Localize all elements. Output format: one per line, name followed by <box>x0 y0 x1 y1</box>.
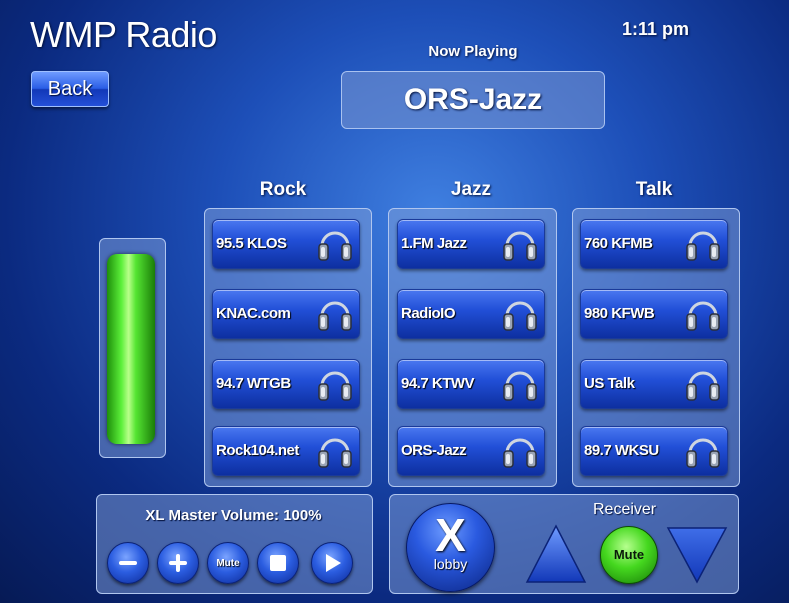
station-button[interactable]: 980 KFWB <box>580 289 728 339</box>
now-playing-station: ORS-Jazz <box>341 71 605 129</box>
headphones-icon <box>686 371 720 401</box>
triangle-up-icon <box>525 524 587 583</box>
lobby-button[interactable]: X lobby <box>406 503 495 592</box>
play-button[interactable] <box>311 542 353 584</box>
station-label: 94.7 KTWV <box>401 375 475 392</box>
station-button[interactable]: Rock104.net <box>212 426 360 476</box>
volume-meter[interactable] <box>107 254 155 444</box>
station-button[interactable]: 89.7 WKSU <box>580 426 728 476</box>
now-playing-label: Now Playing <box>428 43 518 60</box>
station-button[interactable]: 760 KFMB <box>580 219 728 269</box>
station-button[interactable]: RadioIO <box>397 289 545 339</box>
receiver-label: Receiver <box>593 501 657 518</box>
headphones-icon <box>318 231 352 261</box>
station-label: 1.FM Jazz <box>401 235 467 252</box>
station-button[interactable]: 94.7 WTGB <box>212 359 360 409</box>
category-header-jazz: Jazz <box>450 179 492 200</box>
headphones-icon <box>318 438 352 468</box>
receiver-mute-button[interactable]: Mute <box>600 526 658 584</box>
volume-up-button[interactable] <box>157 542 199 584</box>
station-button[interactable]: ORS-Jazz <box>397 426 545 476</box>
headphones-icon <box>503 301 537 331</box>
headphones-icon <box>686 301 720 331</box>
headphones-icon <box>503 371 537 401</box>
station-label: 89.7 WKSU <box>584 442 659 459</box>
station-button[interactable]: 95.5 KLOS <box>212 219 360 269</box>
volume-mute-button[interactable]: Mute <box>207 542 249 584</box>
station-label: 760 KFMB <box>584 235 653 252</box>
category-header-rock: Rock <box>259 179 307 200</box>
station-label: 980 KFWB <box>584 305 655 322</box>
volume-mute-label: Mute <box>216 557 240 569</box>
receiver-volume-down-button[interactable] <box>666 526 728 584</box>
volume-down-button[interactable] <box>107 542 149 584</box>
back-button[interactable]: Back <box>31 71 109 107</box>
lobby-label: lobby <box>433 556 468 572</box>
station-label: US Talk <box>584 375 635 392</box>
app-title: WMP Radio <box>30 14 217 55</box>
headphones-icon <box>318 301 352 331</box>
triangle-down-icon <box>666 527 728 584</box>
station-label: RadioIO <box>401 305 456 322</box>
station-label: 94.7 WTGB <box>216 375 291 392</box>
stop-button[interactable] <box>257 542 299 584</box>
station-button[interactable]: US Talk <box>580 359 728 409</box>
headphones-icon <box>686 438 720 468</box>
station-button[interactable]: KNAC.com <box>212 289 360 339</box>
station-button[interactable]: 1.FM Jazz <box>397 219 545 269</box>
headphones-icon <box>318 371 352 401</box>
station-label: 95.5 KLOS <box>216 235 287 252</box>
station-label: ORS-Jazz <box>401 442 467 459</box>
stop-icon <box>270 555 286 571</box>
play-icon <box>326 554 341 572</box>
headphones-icon <box>503 438 537 468</box>
headphones-icon <box>503 231 537 261</box>
minus-icon <box>119 561 137 565</box>
category-header-talk: Talk <box>635 179 673 200</box>
plus-icon <box>169 554 187 572</box>
station-button[interactable]: 94.7 KTWV <box>397 359 545 409</box>
headphones-icon <box>686 231 720 261</box>
master-volume-label: XL Master Volume: 100% <box>145 507 322 524</box>
lobby-x-label: X <box>435 509 466 561</box>
station-label: Rock104.net <box>216 442 299 459</box>
receiver-volume-up-button[interactable] <box>525 524 587 584</box>
station-label: KNAC.com <box>216 305 291 322</box>
clock: 1:11 pm <box>622 19 690 39</box>
